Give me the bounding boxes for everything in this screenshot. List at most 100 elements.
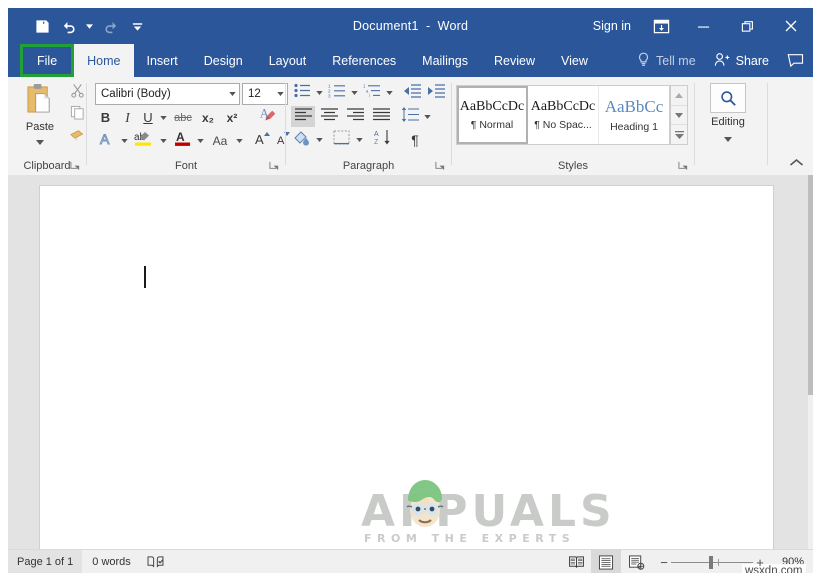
cut-button[interactable] — [66, 83, 88, 103]
bold-button[interactable]: B — [96, 107, 115, 128]
superscript-button[interactable]: x² — [222, 107, 242, 128]
font-size-combobox[interactable]: 12 — [242, 83, 288, 105]
justify-button[interactable] — [369, 106, 393, 127]
tab-mailings[interactable]: Mailings — [409, 44, 481, 77]
font-name-chevron-down-icon[interactable] — [225, 92, 239, 96]
align-left-button[interactable] — [291, 106, 315, 127]
ribbon-display-options-icon[interactable] — [641, 8, 681, 44]
proofing-errors-icon[interactable] — [141, 550, 170, 573]
highlight-chevron-down-icon[interactable] — [158, 130, 169, 151]
style-item-normal[interactable]: AaBbCcDc ¶ Normal — [457, 86, 528, 144]
styles-dialog-launcher-icon[interactable] — [678, 159, 690, 171]
tab-layout[interactable]: Layout — [256, 44, 320, 77]
word-count-status[interactable]: 0 words — [82, 550, 141, 573]
numbering-chevron-down-icon[interactable] — [349, 82, 360, 103]
minimize-icon[interactable] — [681, 8, 725, 44]
style-item-heading-1[interactable]: AaBbCc Heading 1 — [599, 86, 669, 144]
clipboard-dialog-launcher-icon[interactable] — [70, 159, 82, 171]
styles-scroll-up-icon[interactable] — [671, 86, 687, 106]
vertical-scrollbar[interactable] — [808, 175, 813, 549]
change-case-chevron-down-icon[interactable] — [234, 130, 245, 151]
multilevel-chevron-down-icon[interactable] — [384, 82, 395, 103]
editing-chevron-down-icon[interactable] — [724, 129, 732, 147]
numbering-button[interactable]: 123 — [326, 82, 348, 103]
align-center-button[interactable] — [317, 106, 341, 127]
borders-chevron-down-icon[interactable] — [354, 129, 365, 150]
document-page[interactable] — [40, 186, 773, 549]
tab-view[interactable]: View — [548, 44, 601, 77]
strikethrough-button[interactable]: abc — [171, 107, 195, 128]
shading-chevron-down-icon[interactable] — [314, 129, 325, 150]
align-right-button[interactable] — [343, 106, 367, 127]
style-name-normal: ¶ Normal — [470, 119, 514, 131]
underline-chevron-down-icon[interactable] — [158, 107, 169, 128]
font-color-button[interactable]: A — [171, 130, 193, 151]
zoom-out-button[interactable]: − — [657, 556, 671, 569]
clear-formatting-button[interactable]: A — [255, 106, 279, 127]
restore-icon[interactable] — [725, 8, 769, 44]
bullets-chevron-down-icon[interactable] — [314, 82, 325, 103]
tell-me-button[interactable]: Tell me — [627, 44, 706, 77]
page-count-status[interactable]: Page 1 of 1 — [8, 550, 83, 573]
zoom-in-button[interactable]: + — [753, 556, 767, 569]
decrease-indent-button[interactable] — [401, 82, 423, 103]
styles-scroll-buttons — [670, 85, 688, 145]
text-effects-button[interactable]: A — [96, 130, 118, 151]
styles-scroll-down-icon[interactable] — [671, 106, 687, 126]
comment-icon[interactable] — [777, 44, 813, 77]
svg-text:3: 3 — [328, 93, 331, 98]
read-mode-icon[interactable] — [561, 550, 591, 573]
line-spacing-chevron-down-icon[interactable] — [422, 106, 433, 127]
ribbon: Paste Clipboard Calibri (Body) 12 B I U … — [8, 77, 813, 176]
undo-icon[interactable] — [57, 14, 81, 38]
paste-button[interactable]: Paste — [16, 83, 64, 149]
tab-file[interactable]: File — [20, 44, 75, 77]
close-icon[interactable] — [769, 8, 813, 44]
vertical-scrollbar-thumb[interactable] — [808, 175, 813, 395]
tab-insert[interactable]: Insert — [134, 44, 191, 77]
undo-dropdown-chevron-down-icon[interactable] — [84, 14, 95, 38]
text-effects-chevron-down-icon[interactable] — [119, 130, 130, 151]
increase-indent-button[interactable] — [425, 82, 447, 103]
tab-review[interactable]: Review — [481, 44, 548, 77]
web-layout-icon[interactable] — [621, 550, 651, 573]
subscript-button[interactable]: x₂ — [198, 107, 218, 128]
paste-chevron-down-icon[interactable] — [36, 132, 44, 150]
collapse-ribbon-chevron-up-icon[interactable] — [789, 155, 805, 171]
customize-quick-access-icon[interactable] — [125, 14, 149, 38]
editing-button[interactable]: Editing — [705, 83, 751, 147]
copy-button[interactable] — [66, 105, 88, 125]
print-layout-icon[interactable] — [591, 550, 621, 573]
redo-icon[interactable] — [98, 14, 122, 38]
font-dialog-launcher-icon[interactable] — [269, 159, 281, 171]
line-spacing-button[interactable] — [399, 106, 421, 127]
font-name-combobox[interactable]: Calibri (Body) — [95, 83, 240, 105]
tab-references[interactable]: References — [319, 44, 409, 77]
justify-icon — [372, 107, 390, 126]
multilevel-list-button[interactable]: 1ai — [361, 82, 383, 103]
text-highlight-button[interactable]: ab — [132, 130, 156, 151]
zoom-slider-thumb[interactable] — [709, 555, 713, 569]
tab-home[interactable]: Home — [74, 44, 134, 77]
ribbon-tab-strip: File Home Insert Design Layout Reference… — [8, 44, 813, 77]
borders-button[interactable] — [330, 129, 352, 150]
font-color-chevron-down-icon[interactable] — [195, 130, 206, 151]
paragraph-dialog-launcher-icon[interactable] — [435, 159, 447, 171]
format-painter-button[interactable] — [66, 127, 88, 147]
bullets-button[interactable] — [291, 82, 313, 103]
style-item-no-spacing[interactable]: AaBbCcDc ¶ No Spac... — [528, 86, 599, 144]
show-formatting-marks-button[interactable]: ¶ — [404, 129, 426, 150]
italic-button[interactable]: I — [119, 107, 136, 128]
grow-font-button[interactable]: A — [253, 130, 271, 151]
change-case-button[interactable]: Aa — [208, 130, 232, 151]
editing-label: Editing — [711, 116, 745, 128]
sort-button[interactable]: AZ — [372, 129, 394, 150]
share-button[interactable]: Share — [706, 44, 777, 77]
underline-button[interactable]: U — [139, 107, 157, 128]
styles-more-icon[interactable] — [671, 125, 687, 144]
sign-in-button[interactable]: Sign in — [583, 8, 641, 44]
save-icon[interactable] — [30, 14, 54, 38]
document-workspace[interactable] — [8, 175, 813, 549]
tab-design[interactable]: Design — [191, 44, 256, 77]
shading-button[interactable] — [291, 129, 313, 150]
